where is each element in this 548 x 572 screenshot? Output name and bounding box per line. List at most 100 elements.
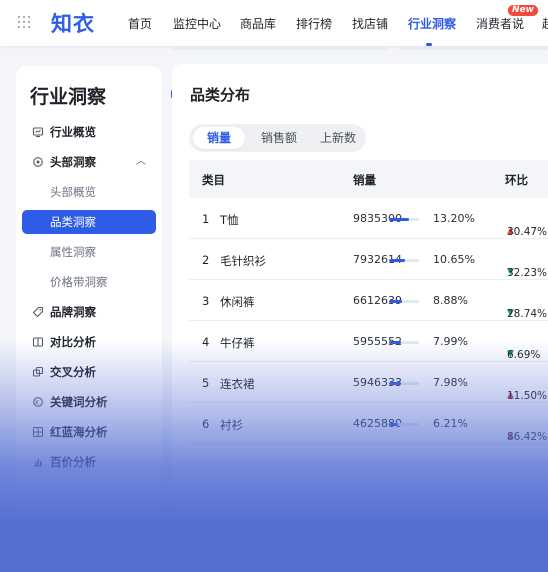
sidebar: 行业洞察 行业概览 头部洞察 ︿ 头部概览 品类洞察 属性洞察 价格带洞察 品牌… [16, 66, 162, 572]
row-rank: 4 [202, 335, 210, 349]
row-rank: 6 [202, 417, 210, 431]
nav-item-products[interactable]: 商品库 [240, 15, 276, 32]
row-change-value: 6.69% [507, 349, 541, 361]
target-icon [33, 157, 43, 167]
row-share: 7.98% [433, 376, 468, 389]
nav-item-find-shop[interactable]: 找店铺 [352, 15, 388, 32]
sidebar-item-compare[interactable]: 对比分析 [22, 330, 156, 354]
sidebar-item-label: 属性洞察 [50, 245, 96, 259]
share-bar [389, 341, 419, 344]
sidebar-item-label: 价格带洞察 [50, 275, 108, 289]
row-category: 毛针织衫 [220, 254, 266, 268]
row-change-value: 30.47% [507, 226, 548, 238]
row-rank: 5 [202, 376, 210, 390]
category-distribution-panel: 品类分布 销量 销售额 上新数 类目 销量 环比 1 T恤 9835300 13.20… [172, 64, 548, 572]
grid-icon [32, 426, 44, 438]
nav-item-industry-insight[interactable]: 行业洞察 [408, 15, 456, 32]
tab-sales-amount[interactable]: 销售额 [251, 127, 307, 149]
share-bar-fill [389, 423, 399, 426]
column-header-change[interactable]: 环比 [505, 172, 528, 188]
sidebar-item-cross-analysis[interactable]: 交叉分析 [22, 360, 156, 384]
share-bar-fill [389, 382, 401, 385]
sidebar-subitem-attribute-insight[interactable]: 属性洞察 [22, 240, 156, 264]
sidebar-item-red-blue-ocean[interactable]: 红蓝海分析 [22, 420, 156, 444]
share-bar [389, 300, 419, 303]
share-bar [389, 423, 419, 426]
sidebar-item-label: 头部概览 [50, 185, 96, 199]
chart-icon [34, 459, 42, 467]
row-change-value: 32.23% [507, 267, 548, 279]
apps-grid-icon[interactable] [18, 16, 32, 30]
share-bar-fill [389, 259, 405, 262]
sidebar-item-label: 交叉分析 [50, 365, 96, 379]
sidebar-item-label: 品类洞察 [50, 215, 96, 229]
sidebar-item-label: 头部洞察 [50, 155, 96, 169]
share-bar-fill [389, 341, 401, 344]
logo[interactable]: 知衣 [51, 8, 95, 38]
svg-text:K: K [35, 399, 40, 406]
tab-new-items[interactable]: 上新数 [313, 127, 363, 149]
table-row[interactable]: 3 休闲裤 6612639 8.88% ▼ 28.74% [189, 280, 548, 321]
sidebar-item-label: 行业概览 [50, 125, 96, 139]
column-header-category[interactable]: 类目 [202, 172, 225, 188]
table-row[interactable]: 6 衬衫 4625880 6.21% ▲ 86.42% [189, 403, 548, 444]
share-bar [389, 382, 419, 385]
tab-sales-volume[interactable]: 销量 [193, 127, 245, 149]
sidebar-title: 行业洞察 [30, 86, 107, 108]
sidebar-subitem-category-insight[interactable]: 品类洞察 [22, 210, 156, 234]
row-share: 7.99% [433, 335, 468, 348]
table-row[interactable]: 4 牛仔裤 5955552 7.99% ▼ 6.69% [189, 321, 548, 362]
column-header-sales[interactable]: 销量 [353, 172, 376, 188]
compare-icon [32, 337, 44, 347]
new-badge: New [508, 5, 538, 16]
sidebar-item-label: 红蓝海分析 [50, 425, 108, 439]
table-row[interactable]: 1 T恤 9835300 13.20% ▲ 30.47% [189, 198, 548, 239]
row-share: 13.20% [433, 212, 475, 225]
table-row[interactable]: 5 连衣裙 5946333 7.98% ▲ 11.50% [189, 362, 548, 403]
row-change-value: 11.50% [507, 390, 548, 402]
top-navigation: 知衣 首页 监控中心 商品库 排行榜 找店铺 行业洞察 消费者说 New 赵 [0, 0, 548, 46]
nav-item-rankings[interactable]: 排行榜 [296, 15, 332, 32]
share-bar [389, 218, 419, 221]
row-category: T恤 [220, 213, 239, 227]
row-category: 牛仔裤 [220, 336, 255, 350]
row-change-value: 28.74% [507, 308, 548, 320]
row-share: 6.21% [433, 417, 468, 430]
row-category: 休闲裤 [220, 295, 255, 309]
share-bar-fill [389, 218, 409, 221]
panel-title: 品类分布 [190, 86, 251, 104]
cross-icon [32, 366, 44, 377]
chevron-up-icon[interactable]: ︿ [136, 150, 146, 174]
row-category: 连衣裙 [220, 377, 255, 391]
metric-tabs: 销量 销售额 上新数 [189, 124, 366, 152]
filter-bar-edge [172, 46, 388, 50]
keyword-icon: K [33, 397, 43, 407]
row-share: 8.88% [433, 294, 468, 307]
sidebar-item-label: 百价分析 [50, 455, 96, 469]
nav-item-more[interactable]: 赵 [542, 15, 548, 32]
sidebar-item-head-insight[interactable]: 头部洞察 ︿ [22, 150, 156, 174]
sidebar-item-label: 品牌洞察 [50, 305, 96, 319]
filter-bar-edge-2 [400, 46, 548, 50]
table-row[interactable]: 2 毛针织衫 7932614 10.65% ▼ 32.23% [189, 239, 548, 280]
sidebar-item-label: 关键词分析 [50, 395, 108, 409]
sidebar-subitem-price-band[interactable]: 价格带洞察 [22, 270, 156, 294]
sidebar-item-keyword-analysis[interactable]: K 关键词分析 [22, 390, 156, 414]
sidebar-subitem-head-overview[interactable]: 头部概览 [22, 180, 156, 204]
nav-item-monitor[interactable]: 监控中心 [173, 15, 221, 32]
share-bar [389, 259, 419, 262]
share-bar-fill [389, 300, 403, 303]
sidebar-item-price-analysis[interactable]: 百价分析 [22, 450, 156, 474]
sidebar-item-industry-overview[interactable]: 行业概览 [22, 120, 156, 144]
row-change-value: 86.42% [507, 431, 548, 443]
sidebar-item-brand-insight[interactable]: 品牌洞察 [22, 300, 156, 324]
row-rank: 2 [202, 253, 210, 267]
table-header: 类目 销量 环比 [189, 160, 548, 198]
row-category: 衬衫 [220, 418, 243, 432]
nav-item-consumer[interactable]: 消费者说 [476, 15, 524, 32]
row-rank: 3 [202, 294, 210, 308]
sidebar-item-label: 对比分析 [50, 335, 96, 349]
nav-item-home[interactable]: 首页 [128, 15, 152, 32]
monitor-icon [32, 127, 44, 138]
tag-icon [32, 306, 44, 318]
